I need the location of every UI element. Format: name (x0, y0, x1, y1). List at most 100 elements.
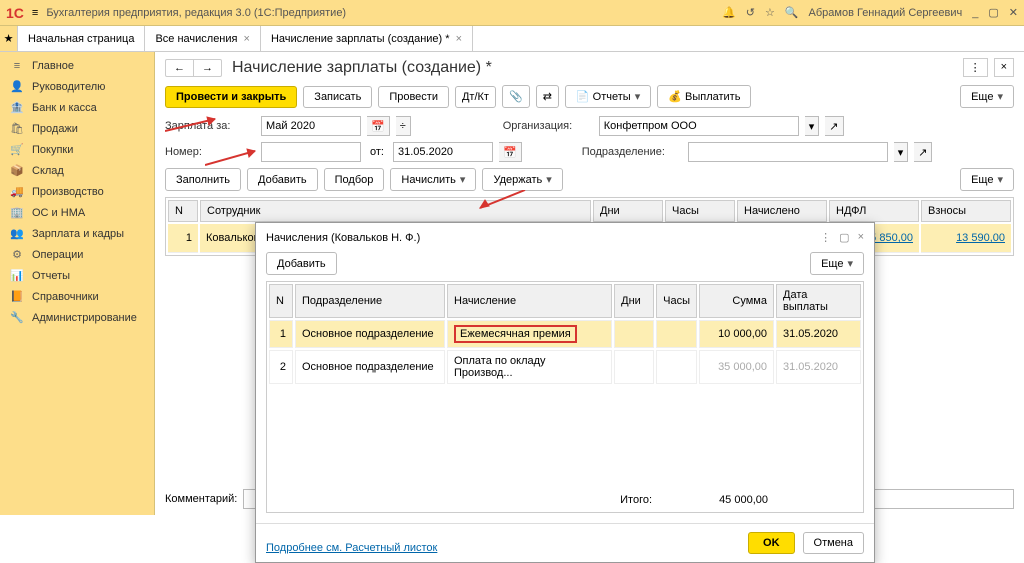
dropdown-icon[interactable]: ▾ (805, 116, 820, 136)
sidebar-item-admin[interactable]: 🔧Администрирование (0, 307, 154, 328)
table-row[interactable]: 2 Основное подразделение Оплата по оклад… (269, 350, 861, 384)
exchange-icon[interactable]: ⇄ (536, 85, 559, 108)
wrench-icon: 🔧 (10, 311, 24, 324)
open-icon[interactable]: ↗ (914, 142, 932, 162)
sidebar-item-assets[interactable]: 🏢ОС и НМА (0, 202, 154, 223)
modal-toolbar: Добавить Еще▾ (266, 252, 864, 275)
ok-button[interactable]: OK (748, 532, 795, 554)
truck-icon: 🚚 (10, 185, 24, 198)
org-label: Организация: (503, 120, 593, 132)
sidebar-item-main[interactable]: ≡Главное (0, 56, 154, 76)
sidebar-item-directories[interactable]: 📙Справочники (0, 286, 154, 307)
history-icon[interactable]: ↺ (746, 6, 755, 19)
kebab-icon[interactable]: ⋮ (820, 231, 831, 244)
main-toolbar: Провести и закрыть Записать Провести Дт/… (165, 85, 1014, 108)
dt-kt-icon[interactable]: Дт/Кт (455, 86, 496, 108)
nav-arrows: ← → (165, 59, 222, 77)
ndfl-link: 5 850,00 (870, 232, 913, 244)
topbar-icons: 🔔 ↺ ☆ 🔍 Абрамов Геннадий Сергеевич _ ▢ ✕ (722, 6, 1018, 19)
open-icon[interactable]: ↗ (825, 116, 843, 136)
pay-button[interactable]: 💰 Выплатить (657, 85, 751, 108)
modal-add-button[interactable]: Добавить (266, 252, 337, 275)
select-button[interactable]: Подбор (324, 168, 385, 191)
modal-more-button[interactable]: Еще▾ (810, 252, 864, 275)
stepper-icon[interactable]: ÷ (396, 116, 411, 136)
bag-icon: 🛍 (10, 122, 24, 135)
more-button[interactable]: Еще▾ (960, 85, 1014, 108)
sidebar-item-sales[interactable]: 🛍Продажи (0, 118, 154, 139)
maximize-icon[interactable]: ▢ (988, 6, 998, 19)
close-icon[interactable]: ✕ (1009, 6, 1018, 19)
nav-back-icon[interactable]: ← (166, 60, 194, 76)
gear-icon: ⚙ (10, 248, 24, 261)
number-label: Номер: (165, 146, 255, 158)
close-icon[interactable]: × (456, 33, 462, 45)
org-input[interactable] (599, 116, 799, 136)
division-label: Подразделение: (582, 146, 682, 158)
withhold-button[interactable]: Удержать▾ (482, 168, 562, 191)
accrue-button[interactable]: Начислить▾ (390, 168, 476, 191)
add-button[interactable]: Добавить (247, 168, 318, 191)
sidebar-item-salary[interactable]: 👥Зарплата и кадры (0, 223, 154, 244)
list-icon: ≡ (10, 60, 24, 72)
sidebar-item-production[interactable]: 🚚Производство (0, 181, 154, 202)
modal-title-bar: Начисления (Ковальков Н. Ф.) ⋮ ▢ × (256, 223, 874, 252)
accruals-modal: Начисления (Ковальков Н. Ф.) ⋮ ▢ × Добав… (255, 222, 875, 563)
calendar-icon[interactable]: 📅 (499, 142, 522, 162)
page-title: Начисление зарплаты (создание) * (232, 59, 492, 77)
accruals-table[interactable]: N Подразделение Начисление Дни Часы Сумм… (266, 281, 864, 513)
contrib-link: 13 590,00 (956, 232, 1005, 244)
cart-icon: 🛒 (10, 143, 24, 156)
minimize-icon[interactable]: _ (972, 7, 978, 19)
chart-icon: 📊 (10, 269, 24, 282)
post-and-close-button[interactable]: Провести и закрыть (165, 86, 297, 108)
modal-title: Начисления (Ковальков Н. Ф.) (266, 232, 420, 244)
sidebar-item-operations[interactable]: ⚙Операции (0, 244, 154, 265)
sidebar-item-reports[interactable]: 📊Отчеты (0, 265, 154, 286)
calendar-icon[interactable]: 📅 (367, 116, 390, 136)
table-toolbar: Заполнить Добавить Подбор Начислить▾ Уде… (165, 168, 1014, 191)
from-input[interactable] (393, 142, 493, 162)
close-icon[interactable]: × (244, 33, 250, 45)
sidebar-item-stock[interactable]: 📦Склад (0, 160, 154, 181)
tab-accrual-create[interactable]: Начисление зарплаты (создание) *× (261, 26, 473, 51)
more-table-button[interactable]: Еще▾ (960, 168, 1014, 191)
tab-start[interactable]: Начальная страница (18, 26, 145, 51)
sidebar-item-purchases[interactable]: 🛒Покупки (0, 139, 154, 160)
nav-forward-icon[interactable]: → (194, 60, 221, 76)
sidebar: ≡Главное 👤Руководителю 🏦Банк и касса 🛍Пр… (0, 52, 155, 515)
star-icon[interactable]: ☆ (765, 6, 775, 19)
kebab-icon[interactable]: ⋮ (963, 58, 988, 77)
tabs: ★ Начальная страница Все начисления× Нач… (0, 26, 1024, 52)
salary-for-input[interactable] (261, 116, 361, 136)
tab-all-accruals[interactable]: Все начисления× (145, 26, 261, 51)
cancel-button[interactable]: Отмена (803, 532, 864, 554)
logo-1c: 1С (6, 5, 24, 21)
reports-button[interactable]: 📄 Отчеты▾ (565, 85, 651, 108)
building-icon: 🏢 (10, 206, 24, 219)
table-row[interactable]: 1 Основное подразделение Ежемесячная пре… (269, 320, 861, 348)
fill-button[interactable]: Заполнить (165, 168, 241, 191)
user-name[interactable]: Абрамов Геннадий Сергеевич (809, 7, 963, 19)
attach-icon[interactable]: 📎 (502, 85, 530, 108)
payslip-link[interactable]: Подробнее см. Расчетный листок (266, 542, 437, 554)
post-button[interactable]: Провести (378, 86, 449, 108)
number-input[interactable] (261, 142, 361, 162)
save-button[interactable]: Записать (303, 86, 372, 108)
salary-for-label: Зарплата за: (165, 120, 255, 132)
division-input[interactable] (688, 142, 888, 162)
bank-icon: 🏦 (10, 101, 24, 114)
search-icon[interactable]: 🔍 (785, 6, 799, 19)
maximize-icon[interactable]: ▢ (839, 231, 849, 244)
sidebar-item-bank[interactable]: 🏦Банк и касса (0, 97, 154, 118)
close-icon[interactable]: × (858, 231, 864, 244)
close-page-icon[interactable]: × (994, 58, 1014, 77)
sidebar-item-manager[interactable]: 👤Руководителю (0, 76, 154, 97)
dropdown-icon[interactable]: ▾ (894, 142, 909, 162)
tab-home-marker[interactable]: ★ (0, 26, 18, 51)
menu-icon[interactable]: ≡ (32, 7, 38, 19)
topbar: 1С ≡ Бухгалтерия предприятия, редакция 3… (0, 0, 1024, 26)
user-icon: 👤 (10, 80, 24, 93)
box-icon: 📦 (10, 164, 24, 177)
bell-icon[interactable]: 🔔 (722, 6, 736, 19)
